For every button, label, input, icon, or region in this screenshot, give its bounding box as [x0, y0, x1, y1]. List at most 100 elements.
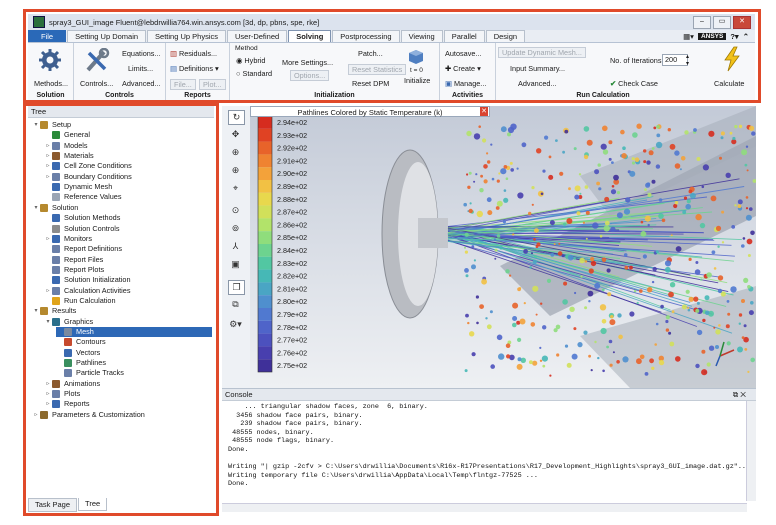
tree-node-general[interactable]: General — [44, 130, 90, 140]
input-summary-button[interactable]: Input Summary... — [510, 64, 565, 73]
tab-setting-up-domain[interactable]: Setting Up Domain — [67, 30, 147, 42]
rotate-icon[interactable]: ↻ — [228, 110, 245, 125]
console-output[interactable]: ... triangular shadow faces, zone 6, bin… — [222, 401, 756, 491]
graphics-window-tab[interactable]: Pathlines Colored by Static Temperature … — [250, 106, 490, 117]
expander-icon[interactable]: ▹ — [44, 399, 52, 409]
residuals-button[interactable]: ▥ Residuals... — [170, 49, 217, 58]
tab-design[interactable]: Design — [485, 30, 526, 42]
tree-node-animations[interactable]: ▹ Animations — [44, 379, 100, 389]
tree-node-setup[interactable]: ▾ Setup — [32, 120, 71, 130]
tab-user-defined[interactable]: User-Defined — [227, 30, 288, 42]
maximize-button[interactable]: ▭ — [713, 15, 731, 29]
tree-node-results[interactable]: ▾ Results — [32, 306, 76, 316]
zoom-to-area-icon[interactable]: ⊚ — [228, 222, 243, 235]
tree-node-solution-initialization[interactable]: Solution Initialization — [44, 275, 131, 285]
tab-tree[interactable]: Tree — [78, 498, 108, 511]
equations-button[interactable]: Equations... — [122, 49, 161, 58]
probe-icon[interactable]: ⌖ — [228, 182, 243, 195]
close-button[interactable]: ✕ — [733, 15, 751, 29]
hybrid-radio[interactable]: ◉ Hybrid — [236, 56, 266, 65]
reset-statistics-button[interactable]: Reset Statistics — [348, 64, 407, 75]
tab-postprocessing[interactable]: Postprocessing — [332, 30, 400, 42]
help-icon[interactable]: ?▾ — [730, 32, 738, 41]
tab-viewing[interactable]: Viewing — [400, 30, 443, 42]
graphics-viewport[interactable]: 2.94e+02 2.93e+02 2.92e+02 2.91e+02 2.90e+02… — [250, 106, 756, 388]
check-case-button[interactable]: ✔ Check Case — [610, 79, 658, 88]
definitions-button[interactable]: ▤ Definitions ▾ — [170, 64, 219, 73]
expander-icon[interactable]: ▹ — [44, 286, 52, 296]
expander-icon[interactable]: ▹ — [44, 389, 52, 399]
tree-node-materials[interactable]: ▹ Materials — [44, 151, 94, 161]
expander-icon[interactable]: ▾ — [32, 120, 40, 130]
close-graphics-icon[interactable]: ✕ — [480, 107, 488, 116]
tree-node-reports[interactable]: ▹ Reports — [44, 399, 90, 409]
zoom-in-icon[interactable]: ⊕ — [228, 164, 243, 177]
tab-solving[interactable]: Solving — [288, 30, 332, 42]
tree-node-dynamic-mesh[interactable]: Dynamic Mesh — [44, 182, 112, 192]
tree-node-run-calculation[interactable]: Run Calculation — [44, 296, 116, 306]
tree-node-models[interactable]: ▹ Models — [44, 141, 88, 151]
tab-file[interactable]: File — [28, 30, 67, 42]
pan-icon[interactable]: ✥ — [228, 128, 243, 141]
tree-node-monitors[interactable]: ▹ Monitors — [44, 234, 92, 244]
tree-node-cell-zone-conditions[interactable]: ▹ Cell Zone Conditions — [44, 161, 132, 171]
iterations-stepper[interactable]: ▴ ▾ — [686, 53, 689, 67]
tree-node-reference-values[interactable]: Reference Values — [44, 192, 121, 202]
file-report-button[interactable]: File... — [170, 79, 196, 90]
console-horizontal-scrollbar[interactable] — [222, 503, 747, 512]
more-settings-button[interactable]: More Settings... — [282, 58, 333, 67]
expander-icon[interactable]: ▾ — [32, 306, 40, 316]
tree-node-contours[interactable]: Contours — [56, 337, 106, 347]
tree-node-mesh[interactable]: Mesh — [56, 327, 212, 337]
tab-parallel[interactable]: Parallel — [443, 30, 485, 42]
collapse-ribbon-icon[interactable]: ⌃ — [743, 32, 749, 41]
tab-setting-up-physics[interactable]: Setting Up Physics — [147, 30, 226, 42]
advanced-controls-button[interactable]: Advanced... — [122, 79, 161, 88]
zoom-icon[interactable]: ⊕ — [228, 146, 243, 159]
tree-node-parameters-customization[interactable]: ▹ Parameters & Customization — [32, 410, 145, 420]
tree-node-particle-tracks[interactable]: Particle Tracks — [56, 368, 124, 378]
console-vertical-scrollbar[interactable] — [746, 401, 756, 501]
tree-node-report-files[interactable]: Report Files — [44, 255, 103, 265]
initialize-button[interactable]: Initialize — [404, 76, 430, 85]
options-button[interactable]: Options... — [290, 70, 330, 81]
tree-node-pathlines[interactable]: Pathlines — [56, 358, 106, 368]
tree-node-calculation-activities[interactable]: ▹ Calculation Activities — [44, 286, 131, 296]
tree-node-vectors[interactable]: Vectors — [56, 348, 100, 358]
advanced-run-button[interactable]: Advanced... — [518, 79, 557, 88]
tree-node-solution-controls[interactable]: Solution Controls — [44, 224, 120, 234]
methods-button[interactable]: Methods... — [34, 79, 68, 88]
plot-report-button[interactable]: Plot... — [199, 79, 226, 90]
controls-button[interactable]: Controls... — [80, 79, 113, 88]
axes-icon[interactable]: ⅄ — [228, 240, 243, 253]
minimize-button[interactable]: – — [693, 15, 711, 29]
expander-icon[interactable]: ▹ — [32, 410, 40, 420]
view-icon[interactable]: ▣ — [228, 258, 243, 271]
expander-icon[interactable]: ▹ — [44, 161, 52, 171]
create-activity-button[interactable]: ✚ Create ▾ — [445, 64, 481, 73]
update-dynamic-mesh-button[interactable]: Update Dynamic Mesh... — [498, 47, 586, 58]
expander-icon[interactable]: ▾ — [44, 317, 52, 327]
expander-icon[interactable]: ▹ — [44, 141, 52, 151]
tree-node-report-plots[interactable]: Report Plots — [44, 265, 104, 275]
window-layout-icon[interactable]: ❐ — [228, 280, 245, 295]
patch-button[interactable]: Patch... — [358, 49, 383, 58]
reset-dpm-button[interactable]: Reset DPM — [352, 79, 389, 88]
limits-button[interactable]: Limits... — [128, 64, 153, 73]
tree-node-graphics[interactable]: ▾ Graphics — [44, 317, 93, 327]
layout-icon[interactable]: ▦▾ — [683, 32, 694, 41]
autosave-button[interactable]: Autosave... — [445, 49, 482, 58]
tab-task-page[interactable]: Task Page — [28, 498, 78, 512]
tree-node-solution[interactable]: ▾ Solution — [32, 203, 78, 213]
copy-view-icon[interactable]: ⧉ — [228, 298, 243, 311]
expander-icon[interactable]: ▹ — [44, 172, 52, 182]
console-undock-icon[interactable]: ⧉ ✕ — [733, 389, 746, 400]
fit-to-window-icon[interactable]: ⊙ — [228, 204, 243, 217]
standard-radio[interactable]: ○ Standard — [236, 69, 272, 78]
more-tools-icon[interactable]: ⚙▾ — [228, 318, 243, 331]
tree-node-plots[interactable]: ▹ Plots — [44, 389, 80, 399]
expander-icon[interactable]: ▾ — [32, 203, 40, 213]
tree-node-boundary-conditions[interactable]: ▹ Boundary Conditions — [44, 172, 132, 182]
iterations-input[interactable]: 200 — [662, 54, 688, 66]
expander-icon[interactable]: ▹ — [44, 234, 52, 244]
